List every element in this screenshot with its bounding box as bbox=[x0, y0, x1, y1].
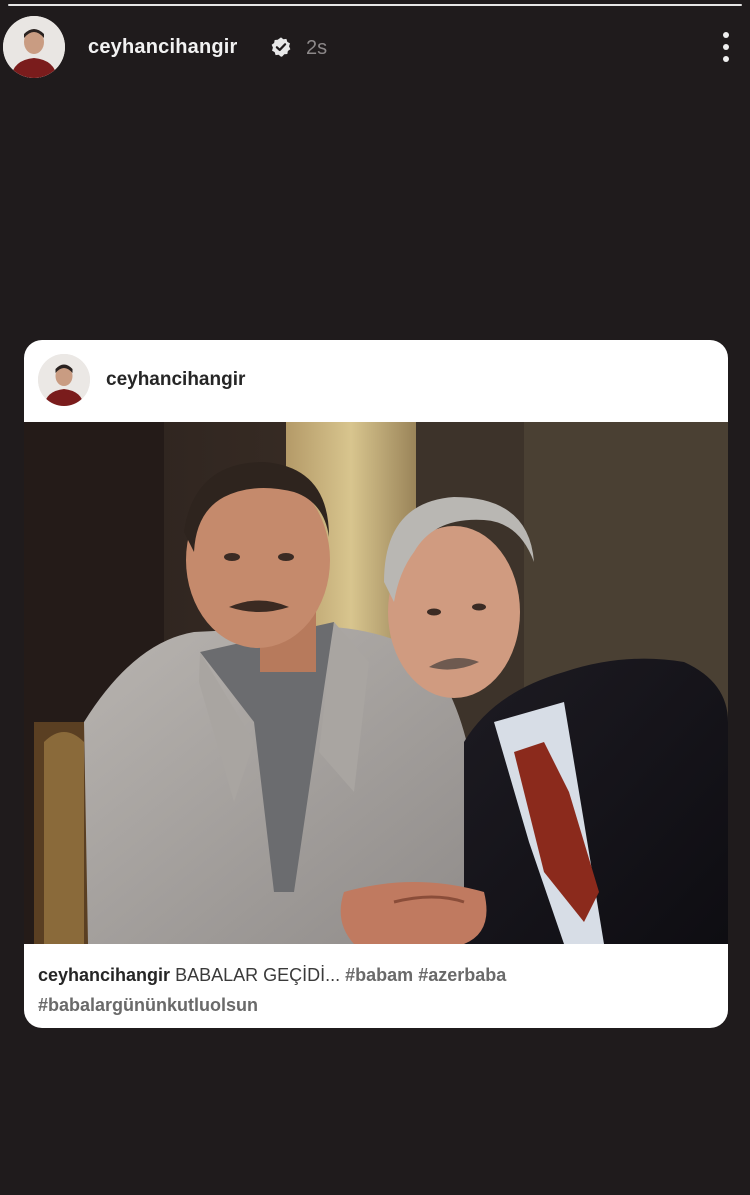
story-progress-bar bbox=[8, 4, 742, 6]
hashtag[interactable]: #babalargününkutluolsun bbox=[38, 995, 258, 1015]
shared-post-card[interactable]: ceyhancihangir ceyhancihangir BABALAR GE… bbox=[24, 340, 728, 1028]
avatar[interactable] bbox=[3, 16, 65, 78]
verified-badge-icon bbox=[271, 37, 291, 57]
caption-username[interactable]: ceyhancihangir bbox=[38, 965, 170, 985]
post-username[interactable]: ceyhancihangir bbox=[106, 369, 245, 391]
hashtag[interactable]: #babam bbox=[345, 965, 413, 985]
post-header: ceyhancihangir bbox=[24, 340, 728, 422]
story-username[interactable]: ceyhancihangir bbox=[88, 36, 238, 59]
post-photo[interactable] bbox=[24, 422, 728, 944]
more-vertical-icon[interactable] bbox=[716, 28, 736, 66]
caption-text: BABALAR GEÇİDİ... bbox=[175, 965, 341, 985]
story-progress-fill bbox=[8, 4, 742, 6]
post-avatar[interactable] bbox=[38, 354, 90, 406]
hashtag[interactable]: #azerbaba bbox=[418, 965, 506, 985]
post-caption: ceyhancihangir BABALAR GEÇİDİ... #babam … bbox=[38, 960, 718, 1020]
story-header: ceyhancihangir 2s bbox=[0, 14, 750, 80]
story-time: 2s bbox=[306, 37, 328, 59]
